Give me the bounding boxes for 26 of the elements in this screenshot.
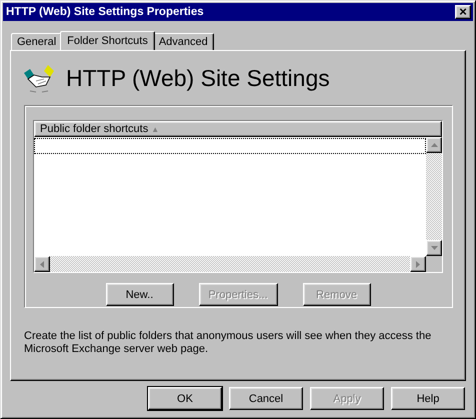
- scroll-right-button[interactable]: [410, 256, 426, 272]
- up-arrow-icon: [430, 143, 438, 147]
- column-header[interactable]: Public folder shortcuts ▲: [34, 121, 442, 137]
- scroll-down-button[interactable]: [426, 240, 442, 256]
- down-arrow-icon: [430, 246, 438, 250]
- focus-row[interactable]: [34, 138, 426, 154]
- tab[interactable]: Advanced: [152, 33, 214, 50]
- page-heading: HTTP (Web) Site Settings: [66, 64, 330, 92]
- close-button[interactable]: ×: [455, 5, 471, 19]
- scroll-up-button[interactable]: [426, 137, 442, 153]
- dialog-button[interactable]: Help: [391, 387, 465, 410]
- scrollbar-corner: [426, 256, 442, 272]
- window-title: HTTP (Web) Site Settings Properties: [6, 6, 204, 18]
- dialog-button[interactable]: Cancel: [229, 387, 303, 410]
- list-action-button[interactable]: New..: [106, 283, 174, 306]
- dialog-button[interactable]: OK: [148, 387, 222, 410]
- left-arrow-icon: [40, 260, 44, 268]
- scroll-left-button[interactable]: [34, 256, 50, 272]
- vertical-scrollbar[interactable]: [426, 137, 442, 256]
- horizontal-scrollbar[interactable]: [34, 256, 426, 272]
- tab[interactable]: Folder Shortcuts: [60, 31, 155, 50]
- column-title: Public folder shortcuts: [40, 123, 148, 135]
- tab[interactable]: General: [11, 33, 62, 50]
- right-arrow-icon: [416, 260, 420, 268]
- description-text: Create the list of public folders that anonymous users will see when they access the Microsoft Exchange server web page.: [24, 330, 432, 356]
- sort-indicator: ▲: [151, 124, 160, 134]
